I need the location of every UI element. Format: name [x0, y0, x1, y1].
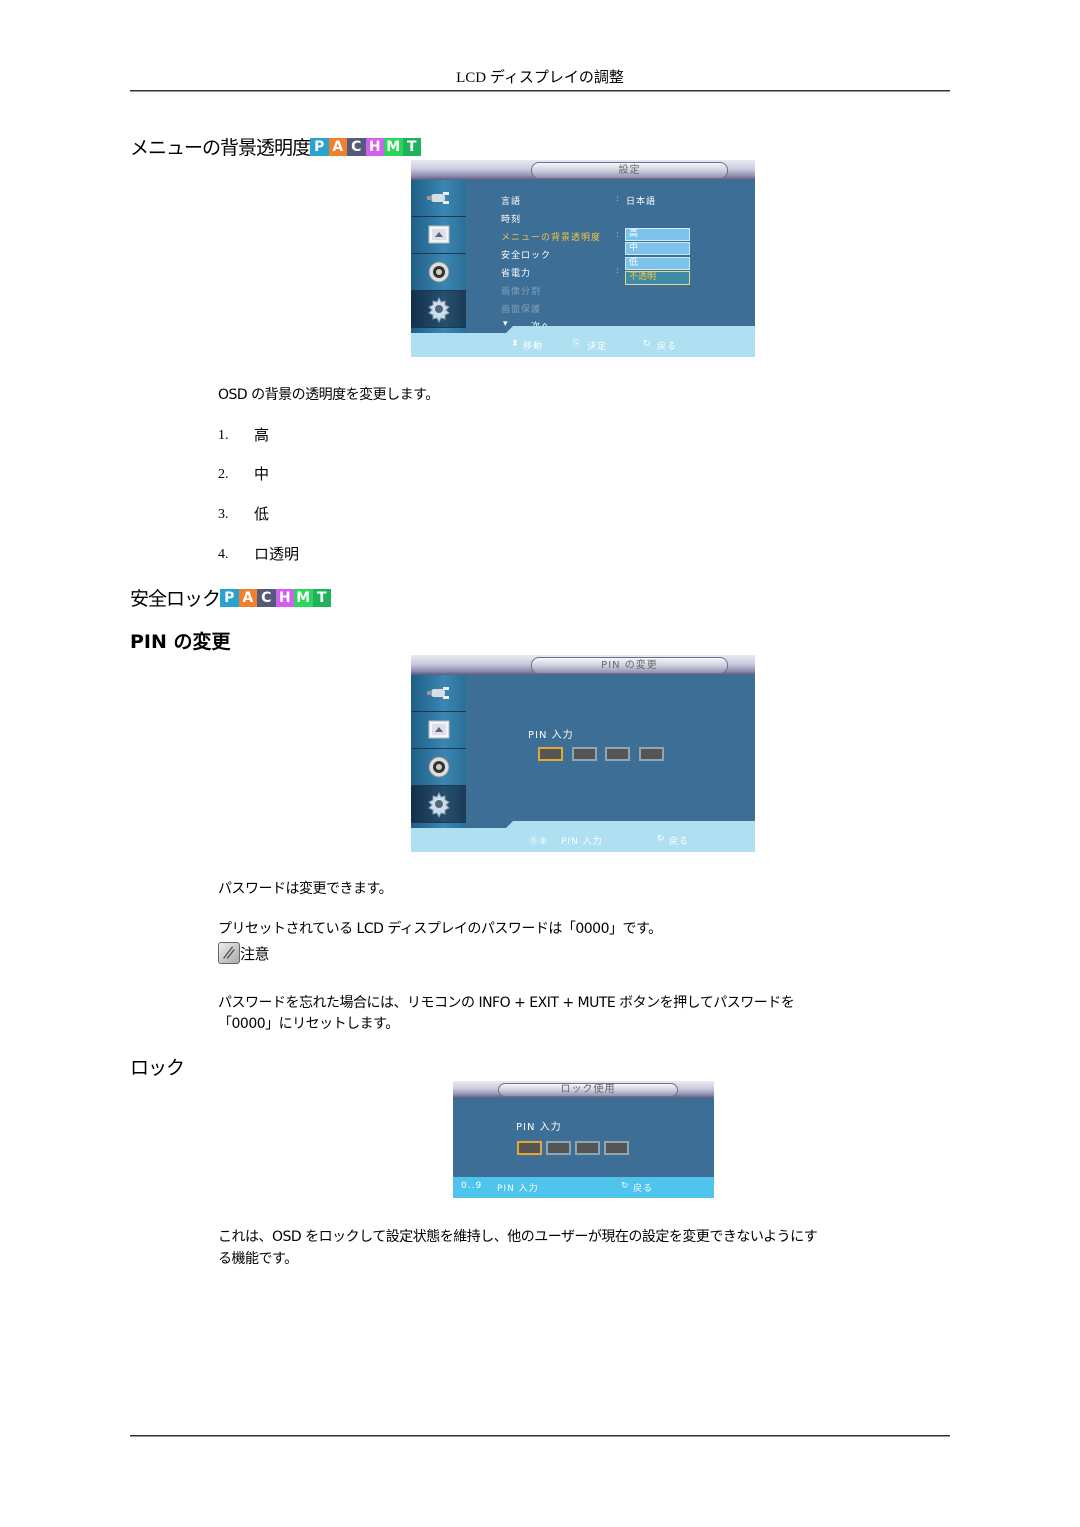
osd-pin-label: PIN 入力: [528, 730, 574, 741]
note-heading: 注意: [218, 942, 270, 964]
osd-menu-video-wall: 画像分割: [501, 287, 542, 297]
page-header-title: LCD ディスプレイの調整: [456, 70, 624, 86]
osd-pin-digit-box: [572, 747, 597, 761]
osd-menu-power-saving: 省電力: [501, 269, 532, 279]
badge-letter-t: T: [312, 588, 332, 607]
badge-letter-a: A: [238, 588, 258, 607]
osd-setup-gear-icon: [411, 291, 466, 328]
osd-footer-back: 戻る: [669, 837, 690, 847]
osd-pin-digit-box: [517, 1141, 542, 1155]
osd-menu-language: 言語: [501, 197, 522, 207]
note-pencil-icon: [218, 942, 240, 964]
osd-sound-icon: [411, 749, 466, 786]
badge-letter-c: C: [347, 137, 366, 156]
note-text-line1: パスワードを忘れた場合には、リモコンの INFO + EXIT + MUTE ボ…: [218, 995, 795, 1011]
note-text-line2: 「0000」にリセットします。: [218, 1016, 399, 1032]
osd-footer-digits-icon: ⓪⑨: [529, 837, 549, 847]
note-label: 注意: [240, 945, 270, 963]
osd-footer: ⓪⑨ PIN 入力 ↻ 戻る: [411, 828, 755, 852]
model-badge: P A C H M T: [310, 137, 422, 156]
osd-footer: 0..9 PIN 入力 ↻ 戻る: [453, 1177, 714, 1198]
lock-description-line2: る機能です。: [218, 1251, 298, 1267]
osd-footer-back-icon: ↻: [621, 1181, 630, 1191]
osd-sound-icon: [411, 254, 466, 291]
osd-settings-screenshot: 設定 言語 : 日本語 時刻 メニューの背景透明度 : 安全ロック 省電力 : …: [411, 160, 755, 357]
osd-menu-safety-lock: 安全ロック: [501, 251, 552, 261]
osd-dropdown-high: 高: [625, 228, 690, 241]
password-change-text: パスワードは変更できます。: [218, 881, 393, 897]
badge-letter-t: T: [402, 137, 422, 156]
section-title-text: メニューの背景透明度: [130, 137, 311, 159]
osd-menu-transparency: メニューの背景透明度: [501, 233, 602, 243]
osd-pin-digit-box: [605, 747, 630, 761]
badge-letter-p: P: [310, 137, 329, 156]
osd-menu-screen-saver: 画面保護: [501, 305, 542, 315]
osd-pin-change-screenshot: PIN の変更 PIN 入力 ⓪⑨ PIN 入力 ↻ 戻る: [411, 655, 755, 852]
subsection-title-pin-change: PIN の変更: [130, 631, 231, 653]
osd-pin-digit-box: [575, 1141, 600, 1155]
osd-footer-enter: 決定: [587, 342, 608, 352]
osd-pin-digit-box: [546, 1141, 571, 1155]
osd-pin-digit-box: [604, 1141, 629, 1155]
osd-picture-icon: [411, 217, 466, 254]
osd-footer-pin-input: PIN 入力: [561, 837, 603, 847]
osd-footer-back-icon: ↻: [643, 339, 652, 349]
default-password-text: プリセットされている LCD ディスプレイのパスワードは「0000」です。: [218, 921, 662, 937]
osd-dropdown-low: 低: [625, 257, 690, 270]
osd-setup-gear-icon: [411, 786, 466, 823]
osd-title: PIN の変更: [531, 657, 728, 674]
subsection-title-lock: ロック: [130, 1057, 185, 1079]
osd-menu-language-value: 日本語: [626, 197, 657, 207]
badge-letter-a: A: [328, 137, 348, 156]
model-badge: P A C H M T: [220, 588, 332, 607]
osd-footer-back-icon: ↻: [657, 834, 666, 844]
section-title-text: 安全ロック: [130, 588, 221, 610]
osd-dropdown-opaque: 不透明: [625, 271, 690, 285]
osd-dropdown-medium: 中: [625, 242, 690, 255]
lock-description-line1: これは、OSD をロックして設定状態を維持し、他のユーザーが現在の設定を変更でき…: [218, 1229, 818, 1245]
osd-input-icon: [411, 675, 466, 712]
badge-letter-h: H: [275, 588, 295, 607]
osd-pin-digit-box: [538, 747, 563, 761]
osd-pin-digit-box: [639, 747, 664, 761]
transparency-description: OSD の背景の透明度を変更します。: [218, 387, 439, 403]
osd-footer-digits: 0..9: [461, 1181, 483, 1191]
osd-footer-back: 戻る: [657, 342, 678, 352]
option-list-item: 2. 中: [218, 465, 270, 483]
osd-lock-screenshot: ロック使用 PIN 入力 0..9 PIN 入力 ↻ 戻る: [453, 1081, 714, 1198]
badge-letter-c: C: [257, 588, 276, 607]
header-divider: [130, 90, 950, 92]
osd-pin-label: PIN 入力: [516, 1122, 562, 1133]
osd-footer-back: 戻る: [633, 1184, 654, 1194]
badge-letter-p: P: [220, 588, 239, 607]
osd-title: ロック使用: [498, 1083, 678, 1097]
badge-letter-m: M: [384, 137, 403, 156]
osd-picture-icon: [411, 712, 466, 749]
osd-menu-next-arrow-icon: ▾: [503, 319, 509, 329]
option-list-item: 4. ロ透明: [218, 545, 300, 563]
option-list-item: 3. 低: [218, 505, 270, 523]
osd-footer-move: 移動: [523, 342, 544, 352]
osd-footer: ⬍ 移動 ⎘ 決定 ↻ 戻る: [411, 333, 755, 357]
osd-title: 設定: [531, 162, 728, 179]
osd-footer-enter-icon: ⎘: [573, 339, 582, 349]
option-list-item: 1. 高: [218, 426, 270, 444]
osd-menu-time: 時刻: [501, 215, 522, 225]
badge-letter-m: M: [294, 588, 313, 607]
osd-input-icon: [411, 180, 466, 217]
osd-footer-pin-input: PIN 入力: [497, 1184, 539, 1194]
footer-divider: [130, 1435, 950, 1437]
section-title-menu-transparency: メニューの背景透明度 P A C H M T: [130, 133, 422, 160]
osd-footer-move-icon: ⬍: [511, 339, 520, 349]
badge-letter-h: H: [365, 137, 385, 156]
section-title-safety-lock: 安全ロック P A C H M T: [130, 584, 332, 611]
